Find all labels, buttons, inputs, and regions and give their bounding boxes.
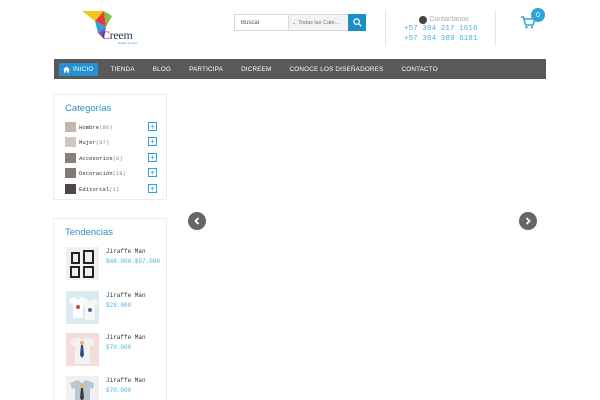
product-price: $29.000	[106, 302, 132, 309]
expand-icon[interactable]: +	[148, 153, 157, 162]
category-thumbnail	[65, 153, 76, 163]
category-count: (1)	[109, 185, 120, 193]
product-price: $70.000	[106, 387, 132, 394]
chevron-left-icon	[194, 217, 200, 225]
category-item-decoracion[interactable]: Decoración (18) +	[65, 167, 157, 179]
category-select[interactable]: ⌄ Todas las Cate...	[288, 15, 348, 30]
nav-item-tienda[interactable]: TIENDA	[101, 63, 143, 76]
product-image[interactable]	[66, 247, 99, 280]
slider-prev-button[interactable]	[188, 212, 206, 230]
search-icon	[352, 18, 362, 27]
product-image[interactable]	[66, 376, 99, 400]
product-name[interactable]: Jiraffe Man	[106, 292, 146, 299]
expand-icon[interactable]: +	[148, 184, 157, 193]
nav-item-label: INICIO	[73, 65, 94, 73]
contact-title-text: Contactanos	[429, 16, 469, 23]
category-item-mujer[interactable]: Mujer (97) +	[65, 136, 157, 148]
home-icon	[63, 65, 70, 73]
product-name[interactable]: Jiraffe Man	[106, 248, 146, 255]
expand-icon[interactable]: +	[148, 122, 157, 131]
tshirt-image	[66, 333, 99, 366]
trend-item[interactable]: Jiraffe Man $48.000-$97.000	[66, 247, 166, 281]
nav-item-dicreem[interactable]: DICREEM	[232, 63, 280, 76]
header-divider	[495, 10, 496, 46]
search-bar: ⌄ Todas las Cate...	[234, 14, 366, 31]
category-thumbnail	[65, 168, 76, 178]
contact-title: Contactanos	[404, 15, 484, 24]
nav-item-participa[interactable]: PARTICIPA	[180, 63, 232, 76]
category-thumbnail	[65, 137, 76, 147]
header-divider	[385, 10, 386, 46]
category-count: (86)	[99, 123, 113, 131]
category-count: (8)	[112, 154, 123, 162]
nav-item-conoce-disenadores[interactable]: CONOCE LOS DISEÑADORES	[281, 63, 393, 76]
category-label: Mujer	[79, 138, 96, 146]
nav-item-blog[interactable]: BLOG	[144, 63, 180, 76]
product-name[interactable]: Jiraffe Man	[106, 377, 146, 384]
category-thumbnail	[65, 122, 76, 132]
expand-icon[interactable]: +	[148, 168, 157, 177]
product-name[interactable]: Jiraffe Man	[106, 334, 146, 341]
whatsapp-icon	[419, 15, 428, 24]
trends-panel: Tendencias Jiraffe Man $48.000-$97.000 J…	[53, 218, 167, 400]
category-item-accesorios[interactable]: Accesorios (8) +	[65, 152, 157, 164]
category-select-value: Todas las Cate...	[298, 19, 340, 26]
category-count: (18)	[112, 169, 127, 177]
categories-panel: Categorías Hombre (86) + Mujer (97) + Ac…	[53, 94, 167, 200]
category-label: Editorial	[79, 185, 110, 193]
category-label: Decoración	[79, 169, 113, 177]
kids-shirts-image	[66, 291, 99, 324]
category-count: (97)	[95, 138, 110, 146]
expand-icon[interactable]: +	[148, 137, 157, 146]
trend-item[interactable]: Jiraffe Man $70.000	[66, 333, 166, 367]
categories-title: Categorías	[65, 103, 112, 114]
tshirt-image	[66, 376, 99, 400]
trend-item[interactable]: Jiraffe Man $70.000	[66, 376, 166, 400]
product-image[interactable]	[66, 333, 99, 366]
category-thumbnail	[65, 184, 76, 194]
category-label: Accesorios	[79, 154, 113, 162]
main-nav: INICIO TIENDA BLOG PARTICIPA DICREEM CON…	[54, 59, 546, 79]
contact-block: Contactanos +57 304 217 1616 +57 304 389…	[404, 15, 484, 44]
category-item-hombre[interactable]: Hombre (86) +	[65, 121, 157, 133]
trend-item[interactable]: Jiraffe Man $29.000	[66, 291, 166, 325]
category-label: Hombre	[79, 123, 100, 131]
chevron-right-icon	[525, 217, 531, 225]
product-price: $48.000-$97.000	[106, 258, 161, 265]
product-price: $70.000	[106, 344, 132, 351]
search-button[interactable]	[348, 14, 366, 31]
nav-item-contacto[interactable]: CONTACTO	[392, 63, 446, 76]
category-item-editorial[interactable]: Editorial (1) +	[65, 183, 157, 195]
phone-number[interactable]: +57 304 217 1616	[404, 24, 484, 34]
cart-count-badge[interactable]: 0	[531, 8, 545, 22]
search-input[interactable]	[235, 15, 288, 30]
site-logo[interactable]: Creem diseño & estilo	[82, 9, 144, 47]
chevron-down-icon: ⌄	[292, 19, 297, 26]
phone-number[interactable]: +57 304 389 6181	[404, 34, 484, 44]
logo-tagline: diseño & estilo	[118, 41, 138, 45]
nav-item-inicio[interactable]: INICIO	[59, 62, 99, 76]
product-image[interactable]	[66, 291, 99, 324]
framed-prints-image	[66, 247, 99, 280]
trends-title: Tendencias	[65, 227, 114, 238]
slider-next-button[interactable]	[519, 212, 537, 230]
